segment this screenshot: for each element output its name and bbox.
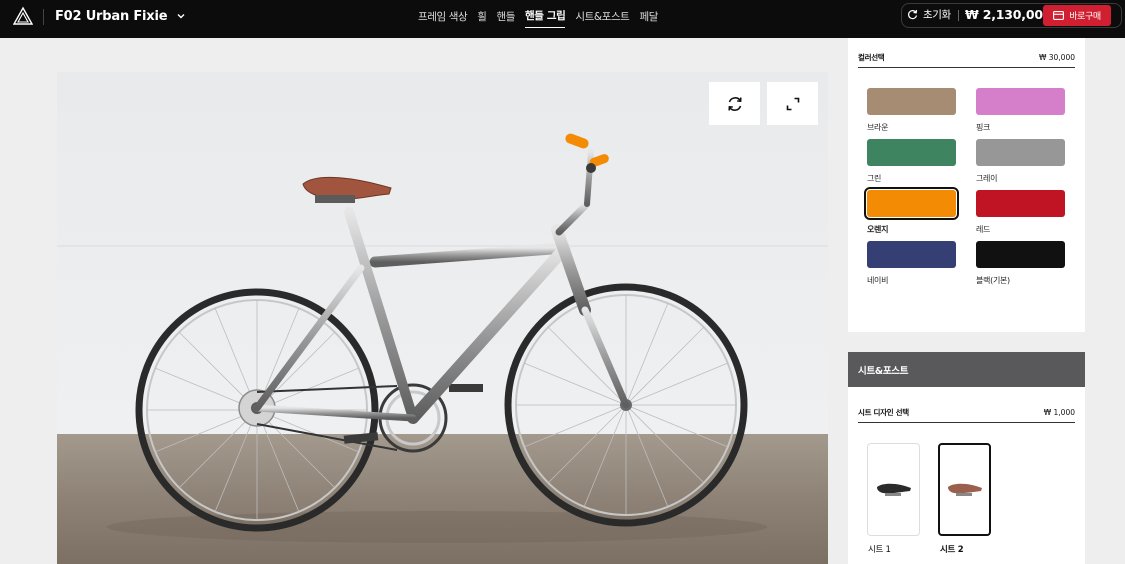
seat-option-2-label: 시트 2 [940, 545, 964, 555]
swatch-navy[interactable]: 네이비 [867, 241, 956, 292]
color-section-header: 컬러선택 ₩ 30,000 [848, 52, 1085, 63]
swatch-label: 레드 [976, 225, 991, 234]
part-nav: 프레임 색상 휠 핸들 핸들 그립 시트&포스트 페달 [418, 0, 658, 32]
top-bar: F02 Urban Fixie 프레임 색상 휠 핸들 핸들 그립 시트&포스트… [0, 0, 1125, 38]
swatch-brown[interactable]: 브라운 [867, 88, 956, 139]
swatch-label: 핑크 [976, 123, 991, 132]
logo-icon[interactable] [13, 6, 33, 26]
color-section-title: 컬러선택 [858, 53, 885, 62]
swatch-label: 그레이 [976, 174, 998, 183]
reset-button[interactable]: 초기화 [907, 7, 951, 22]
seat-section-header: 시트 디자인 선택 ₩ 1,000 [848, 407, 1085, 418]
header-divider [43, 9, 44, 25]
swatch-label: 네이비 [867, 276, 889, 285]
total-price: ₩ 2,130,000 [965, 7, 1052, 22]
nav-seat-post[interactable]: 시트&포스트 [575, 5, 629, 28]
bike-render [57, 72, 828, 564]
swatch-gray[interactable]: 그레이 [976, 139, 1065, 190]
seat-option-1[interactable] [867, 443, 920, 536]
color-swatch-grid: 브라운 핑크 그린 그레이 오렌지 레드 네이비 블랙(기본) [864, 88, 1065, 292]
seat-2-thumbnail [947, 483, 982, 496]
color-option-panel: 컬러선택 ₩ 30,000 브라운 핑크 그린 그레이 오렌지 레드 네이비 블… [848, 38, 1085, 332]
swatch-color [976, 241, 1065, 268]
swatch-color [976, 190, 1065, 217]
nav-wheel[interactable]: 휠 [477, 5, 487, 28]
reset-label: 초기화 [923, 9, 951, 21]
nav-handle[interactable]: 핸들 [497, 5, 516, 28]
model-name: F02 Urban Fixie [55, 8, 168, 24]
price-divider [958, 10, 959, 21]
swatch-label: 브라운 [867, 123, 889, 132]
fullscreen-icon [786, 97, 799, 110]
buy-now-button[interactable]: 바로구매 [1043, 5, 1111, 26]
rotate-icon [727, 96, 742, 111]
chevron-down-icon [177, 14, 185, 19]
swatch-color [867, 139, 956, 166]
swatch-red[interactable]: 레드 [976, 190, 1065, 241]
section-divider [858, 67, 1075, 68]
bike-viewer[interactable] [57, 72, 828, 564]
seat-post-title: 시트&포스트 [858, 366, 909, 377]
color-section-price: ₩ 30,000 [1038, 53, 1075, 62]
swatch-label: 오렌지 [867, 225, 889, 234]
nav-pedal[interactable]: 페달 [639, 5, 658, 28]
nav-frame-color[interactable]: 프레임 색상 [418, 5, 468, 28]
swatch-color [976, 88, 1065, 115]
swatch-color [867, 241, 956, 268]
swatch-label: 그린 [867, 174, 882, 183]
seat-option-2[interactable] [938, 443, 991, 536]
model-selector[interactable]: F02 Urban Fixie [55, 6, 185, 26]
nav-handle-grip[interactable]: 핸들 그립 [525, 4, 566, 28]
buy-now-label: 바로구매 [1069, 12, 1101, 22]
section-divider [858, 422, 1075, 423]
seat-section-price: ₩ 1,000 [1043, 408, 1075, 417]
seat-1-thumbnail [876, 483, 911, 496]
seat-section-title: 시트 디자인 선택 [858, 408, 909, 417]
swatch-label: 블랙(기본) [976, 276, 1010, 285]
rotate-button[interactable] [709, 82, 760, 125]
seat-post-header[interactable]: 시트&포스트 [848, 352, 1085, 387]
swatch-color [867, 88, 956, 115]
swatch-color [864, 187, 959, 220]
card-icon [1053, 11, 1065, 20]
swatch-black[interactable]: 블랙(기본) [976, 241, 1065, 292]
fullscreen-button[interactable] [767, 82, 818, 125]
swatch-color [976, 139, 1065, 166]
swatch-pink[interactable]: 핑크 [976, 88, 1065, 139]
swatch-green[interactable]: 그린 [867, 139, 956, 190]
swatch-orange[interactable]: 오렌지 [864, 187, 959, 241]
refresh-icon [908, 9, 918, 20]
seat-option-1-label: 시트 1 [868, 545, 891, 555]
